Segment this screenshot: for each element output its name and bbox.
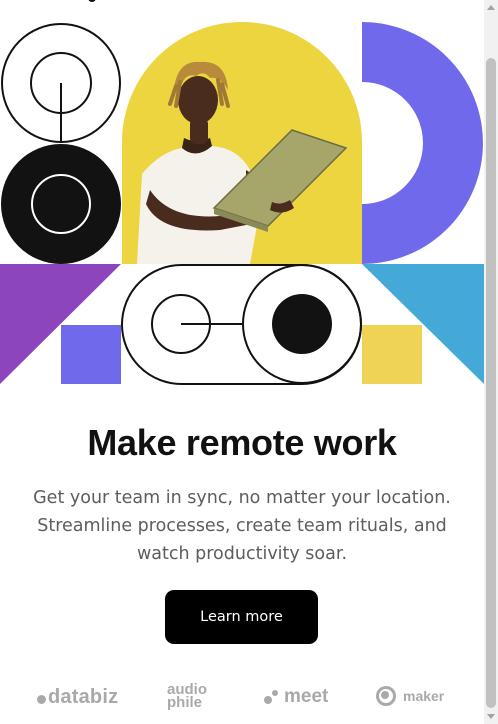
client-logos: databiz audio phile meet maker — [0, 678, 484, 718]
description: Get your team in sync, no matter your lo… — [33, 488, 451, 564]
black-circle-with-ring — [1, 144, 121, 264]
databiz-logo: databiz — [37, 686, 118, 709]
hero-graphic — [0, 22, 484, 385]
databiz-logo-text: databiz — [48, 686, 119, 708]
audiophile-logo-line2: phile — [167, 694, 203, 711]
headline: Make remote work — [87, 422, 397, 463]
switch-pill — [121, 264, 362, 385]
meet-logo: meet — [264, 686, 328, 708]
scroll-up-arrow-icon[interactable] — [487, 5, 495, 10]
maker-logo: maker — [376, 686, 444, 706]
vertical-scrollbar[interactable] — [484, 0, 498, 724]
outlined-circle-with-ring — [1, 23, 121, 143]
scrollbar-thumb[interactable] — [486, 58, 496, 708]
databiz-dot-icon — [37, 694, 46, 704]
yellow-square — [362, 325, 422, 384]
top-fragment — [88, 0, 96, 2]
hero-illustration — [0, 20, 484, 386]
learn-more-button[interactable]: Learn more — [165, 590, 318, 644]
maker-logo-text: maker — [403, 688, 445, 704]
landing-page: Make remote work Get your team in sync, … — [0, 0, 484, 724]
scroll-down-arrow-icon[interactable] — [487, 714, 495, 719]
violet-square — [61, 325, 121, 384]
meet-dots-icon — [264, 688, 280, 706]
violet-half-ring — [362, 22, 483, 264]
audiophile-logo: audio phile — [167, 682, 227, 711]
maker-mark-icon — [376, 686, 396, 706]
meet-logo-text: meet — [284, 686, 329, 707]
yellow-arch-photo — [122, 22, 362, 264]
